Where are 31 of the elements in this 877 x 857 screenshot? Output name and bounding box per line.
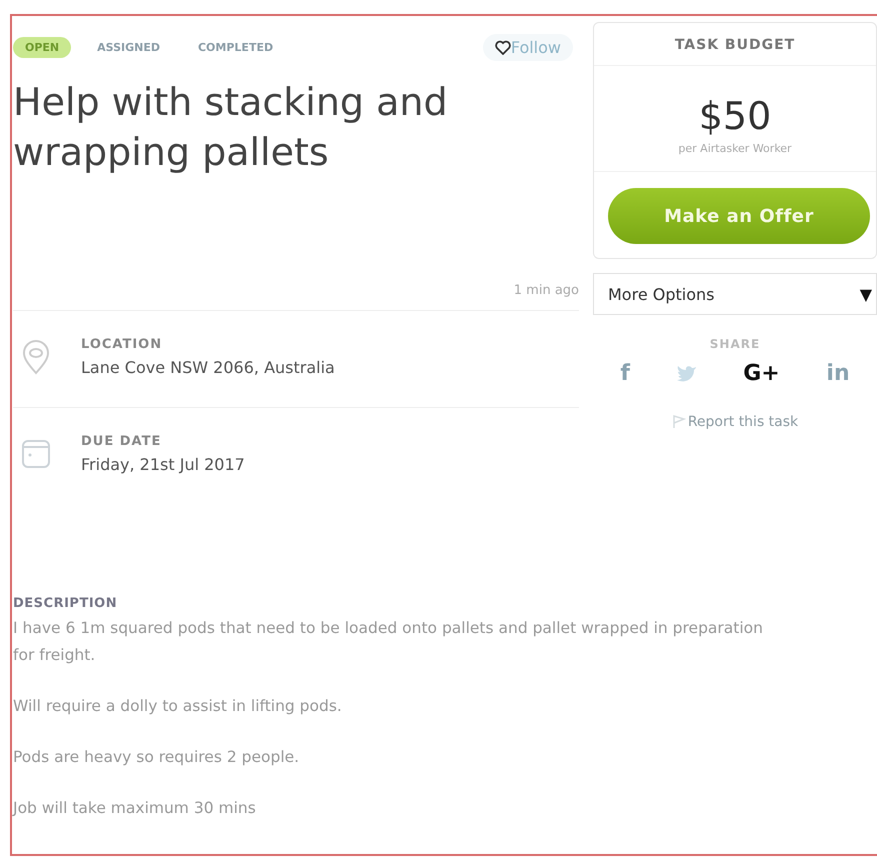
budget-label: TASK BUDGET <box>594 23 876 66</box>
heart-icon <box>494 40 511 55</box>
posted-time: 1 min ago <box>514 283 579 298</box>
share-label: SHARE <box>708 337 762 351</box>
status-label: COMPLETED <box>196 40 274 56</box>
description-paragraph: Job will take maximum 30 mins <box>13 798 257 819</box>
follow-button[interactable]: Follow <box>482 34 573 61</box>
location-pin-icon <box>21 339 51 375</box>
detail-value: Lane Cove NSW 2066, Australia <box>81 358 335 377</box>
report-link[interactable]: Report this task <box>672 414 798 430</box>
detail-label: LOCATION <box>81 337 164 352</box>
description-paragraph: Will require a dolly to assist in lifting pods. <box>13 696 343 717</box>
detail-value: Friday, 21st Jul 2017 <box>81 455 245 474</box>
description-label: DESCRIPTION <box>13 596 118 611</box>
bird-share-button[interactable] <box>676 365 697 382</box>
share-button[interactable]: G+ <box>743 361 780 386</box>
share-button[interactable]: f <box>620 361 630 386</box>
status-label: OPEN <box>13 37 72 58</box>
more-options-dropdown[interactable]: More Options ▼ <box>593 273 877 315</box>
description-paragraph: I have 6 1m squared pods that need to be loaded onto pallets and pallet wrapped in preparation for freight. <box>13 618 764 666</box>
share-button[interactable]: in <box>826 361 850 386</box>
budget-amount: $50 <box>698 94 772 138</box>
calendar-icon <box>21 438 51 470</box>
budget-note: per Airtasker Worker <box>594 138 876 172</box>
flag-icon <box>672 415 686 429</box>
description-paragraph: Pods are heavy so requires 2 people. <box>13 747 300 768</box>
bird-icon <box>676 365 697 382</box>
task-title: Help with stacking and wrapping pallets <box>13 79 449 176</box>
make-offer-button[interactable]: Make an Offer <box>608 188 870 244</box>
detail-label: DUE DATE <box>81 434 162 449</box>
status-label: ASSIGNED <box>96 40 161 56</box>
